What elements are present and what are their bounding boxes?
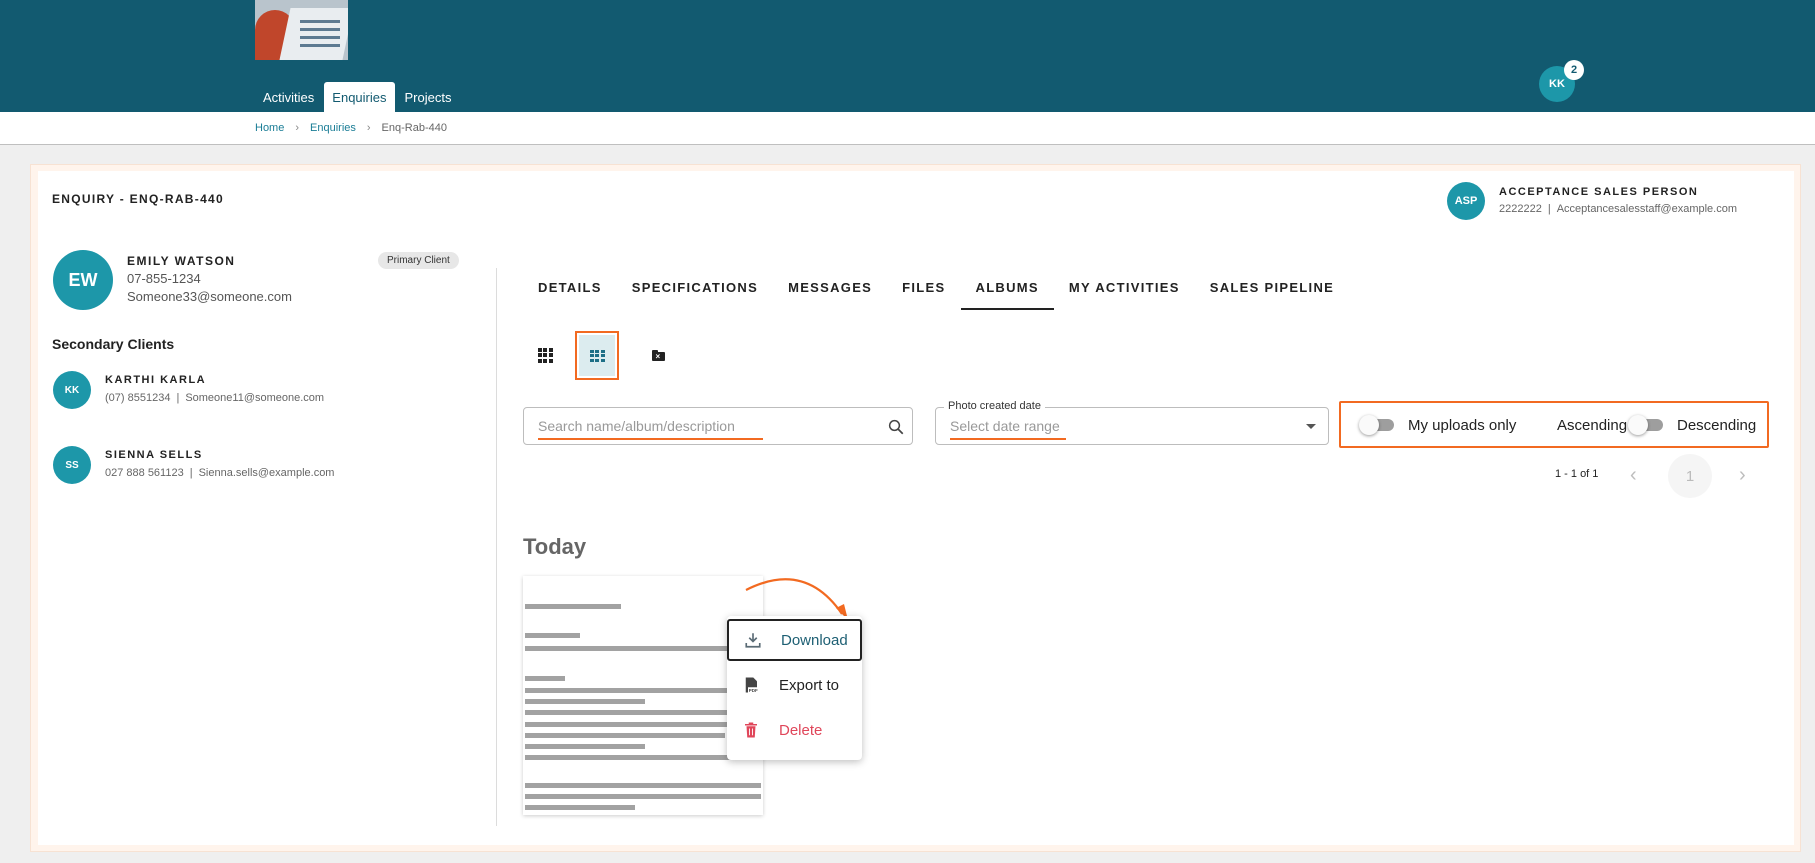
tab-files[interactable]: FILES xyxy=(887,270,960,310)
chevron-right-icon: › xyxy=(366,122,371,134)
search-highlight xyxy=(538,438,763,440)
download-icon xyxy=(745,633,761,648)
enquiry-tabs: DETAILS SPECIFICATIONS MESSAGES FILES AL… xyxy=(523,270,1349,310)
tab-albums[interactable]: ALBUMS xyxy=(960,270,1054,310)
pdf-icon: PDF xyxy=(745,677,759,693)
nav-projects[interactable]: Projects xyxy=(397,82,460,112)
album-group-heading: Today xyxy=(523,534,587,559)
search-field xyxy=(523,407,913,445)
folder-icon: × xyxy=(651,349,665,361)
trash-icon xyxy=(745,722,757,738)
tab-details[interactable]: DETAILS xyxy=(523,270,617,310)
date-highlight xyxy=(950,438,1066,440)
sales-person-phone: 2222222 xyxy=(1499,203,1542,215)
secondary-client-email[interactable]: Sienna.sells@example.com xyxy=(199,467,335,479)
chevron-right-icon: › xyxy=(295,122,300,134)
secondary-clients-heading: Secondary Clients xyxy=(52,336,175,352)
secondary-client-contact: 027 888 561123 | Sienna.sells@example.com xyxy=(105,467,335,479)
client-name: EMILY WATSON xyxy=(127,254,236,268)
tab-sales-pipeline[interactable]: SALES PIPELINE xyxy=(1195,270,1349,310)
breadcrumb-enquiries[interactable]: Enquiries xyxy=(310,122,356,134)
nav-enquiries[interactable]: Enquiries xyxy=(324,82,395,112)
breadcrumb-home[interactable]: Home xyxy=(255,122,284,134)
table-view-button[interactable] xyxy=(575,331,619,380)
sales-person-email[interactable]: Acceptancesalesstaff@example.com xyxy=(1557,203,1737,215)
nav-activities[interactable]: Activities xyxy=(255,82,322,112)
ascending-label: Ascending xyxy=(1557,417,1628,434)
enquiry-title: ENQUIRY - ENQ-RAB-440 xyxy=(52,192,224,206)
sort-toggles-group: My uploads only Ascending Descending xyxy=(1339,401,1769,448)
secondary-client-name: SIENNA SELLS xyxy=(105,449,203,461)
my-uploads-label: My uploads only xyxy=(1408,417,1517,434)
chevron-left-icon[interactable]: ‹ xyxy=(1630,464,1637,487)
secondary-client-phone: (07) 8551234 xyxy=(105,392,171,404)
album-folder-button[interactable]: × xyxy=(638,335,678,375)
menu-item-label: Export to xyxy=(779,676,840,694)
top-header: Activities Enquiries Projects KK 2 xyxy=(0,0,1815,112)
menu-item-export[interactable]: PDF Export to xyxy=(727,664,862,706)
client-phone: 07-855-1234 xyxy=(127,271,201,286)
album-context-menu: Download PDF Export to Delete xyxy=(727,616,862,760)
date-range-placeholder: Select date range xyxy=(950,418,1060,434)
search-icon[interactable] xyxy=(887,418,905,436)
sort-order-toggle[interactable] xyxy=(1628,415,1663,435)
chevron-right-icon[interactable]: › xyxy=(1739,464,1746,487)
my-uploads-toggle[interactable] xyxy=(1359,415,1394,435)
date-range-field[interactable]: Photo created date Select date range xyxy=(935,400,1329,445)
menu-item-label: Delete xyxy=(779,721,823,739)
secondary-client-contact: (07) 8551234 | Someone11@someone.com xyxy=(105,392,325,404)
column-divider xyxy=(496,268,497,826)
tab-specifications[interactable]: SPECIFICATIONS xyxy=(617,270,773,310)
sales-person-avatar: ASP xyxy=(1447,182,1485,220)
caret-down-icon[interactable] xyxy=(1306,424,1316,429)
secondary-client-phone: 027 888 561123 xyxy=(105,467,184,479)
page-number-button[interactable]: 1 xyxy=(1668,454,1712,498)
breadcrumb-bar: Home › Enquiries › Enq-Rab-440 xyxy=(0,112,1815,145)
secondary-client-email[interactable]: Someone11@someone.com xyxy=(185,392,324,404)
grid-view-button[interactable] xyxy=(525,335,565,375)
breadcrumb: Home › Enquiries › Enq-Rab-440 xyxy=(255,122,447,134)
main-nav: Activities Enquiries Projects xyxy=(255,82,459,112)
table-view-icon xyxy=(589,349,605,362)
sales-person-contact: 2222222 | Acceptancesalesstaff@example.com xyxy=(1499,203,1738,215)
tab-my-activities[interactable]: MY ACTIVITIES xyxy=(1054,270,1195,310)
client-email[interactable]: Someone33@someone.com xyxy=(127,289,292,304)
notification-badge: 2 xyxy=(1564,60,1584,80)
search-input[interactable] xyxy=(538,418,868,434)
menu-item-download[interactable]: Download xyxy=(727,619,862,661)
client-avatar: EW xyxy=(53,250,113,310)
primary-client-badge: Primary Client xyxy=(378,252,459,269)
menu-item-delete[interactable]: Delete xyxy=(727,709,862,751)
breadcrumb-current: Enq-Rab-440 xyxy=(381,122,447,134)
menu-item-label: Download xyxy=(781,631,848,649)
date-range-label: Photo created date xyxy=(944,400,1045,412)
tab-messages[interactable]: MESSAGES xyxy=(773,270,887,310)
secondary-client-name: KARTHI KARLA xyxy=(105,374,207,386)
secondary-client-avatar: SS xyxy=(53,446,91,484)
pagination-range: 1 - 1 of 1 xyxy=(1555,468,1599,480)
grid-icon xyxy=(537,347,553,363)
descending-label: Descending xyxy=(1677,417,1757,434)
header-banner-image xyxy=(255,0,348,60)
secondary-client-avatar: KK xyxy=(53,371,91,409)
sales-person-name: ACCEPTANCE SALES PERSON xyxy=(1499,186,1699,198)
svg-text:PDF: PDF xyxy=(749,688,758,693)
